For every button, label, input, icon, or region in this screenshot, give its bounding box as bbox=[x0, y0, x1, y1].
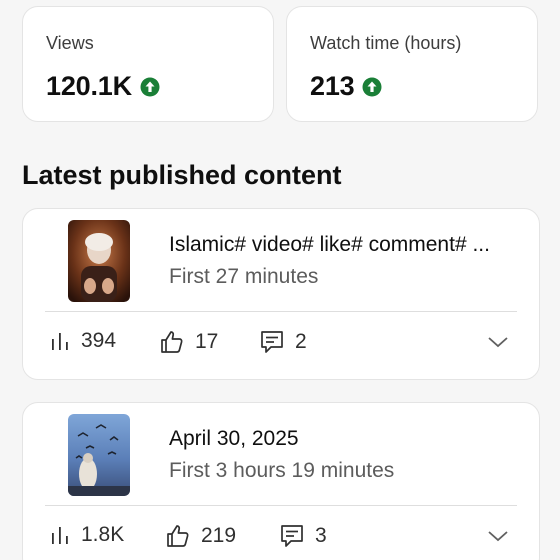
video-thumbnail[interactable] bbox=[68, 220, 130, 302]
content-subtitle: First 27 minutes bbox=[169, 265, 319, 288]
video-thumbnail[interactable] bbox=[68, 414, 130, 496]
bar-chart-icon bbox=[52, 527, 68, 544]
comment-icon bbox=[261, 331, 283, 353]
comment-icon bbox=[281, 525, 303, 547]
views-label: Views bbox=[46, 33, 94, 53]
watch-time-value-row: 213 bbox=[310, 71, 382, 102]
content-title[interactable]: April 30, 2025 bbox=[169, 427, 519, 451]
views-value: 120.1K bbox=[46, 71, 132, 101]
arrow-up-circle-icon bbox=[140, 77, 160, 96]
thumbs-up-icon bbox=[167, 525, 189, 547]
watch-time-label: Watch time (hours) bbox=[310, 33, 462, 53]
views-metric: 394 bbox=[49, 329, 116, 353]
comments-metric: 2 bbox=[259, 329, 307, 355]
likes-count: 17 bbox=[195, 330, 219, 353]
chevron-down-icon[interactable] bbox=[487, 529, 509, 543]
content-title[interactable]: Islamic# video# like# comment# ... bbox=[169, 233, 519, 257]
content-card[interactable]: Islamic# video# like# comment# ... First… bbox=[22, 208, 540, 380]
likes-metric: 17 bbox=[159, 329, 218, 355]
comments-count: 2 bbox=[295, 330, 307, 353]
bar-chart-icon bbox=[52, 333, 68, 350]
chevron-down-icon[interactable] bbox=[487, 335, 509, 349]
thumbs-up-icon bbox=[161, 331, 183, 353]
arrow-up-circle-icon bbox=[362, 77, 382, 96]
likes-metric: 219 bbox=[165, 523, 236, 549]
watch-time-value: 213 bbox=[310, 71, 355, 101]
comments-count: 3 bbox=[315, 524, 327, 547]
views-count: 1.8K bbox=[81, 523, 125, 546]
comments-metric: 3 bbox=[279, 523, 327, 549]
likes-count: 219 bbox=[201, 524, 237, 547]
views-value-row: 120.1K bbox=[46, 71, 160, 102]
section-title: Latest published content bbox=[22, 160, 342, 190]
content-card[interactable]: April 30, 2025 First 3 hours 19 minutes … bbox=[22, 402, 540, 560]
watch-time-stat-card[interactable]: Watch time (hours) 213 bbox=[286, 6, 538, 122]
divider bbox=[45, 311, 517, 312]
views-metric: 1.8K bbox=[49, 523, 124, 547]
divider bbox=[45, 505, 517, 506]
views-stat-card[interactable]: Views 120.1K bbox=[22, 6, 274, 122]
content-subtitle: First 3 hours 19 minutes bbox=[169, 459, 395, 482]
views-count: 394 bbox=[81, 329, 117, 352]
